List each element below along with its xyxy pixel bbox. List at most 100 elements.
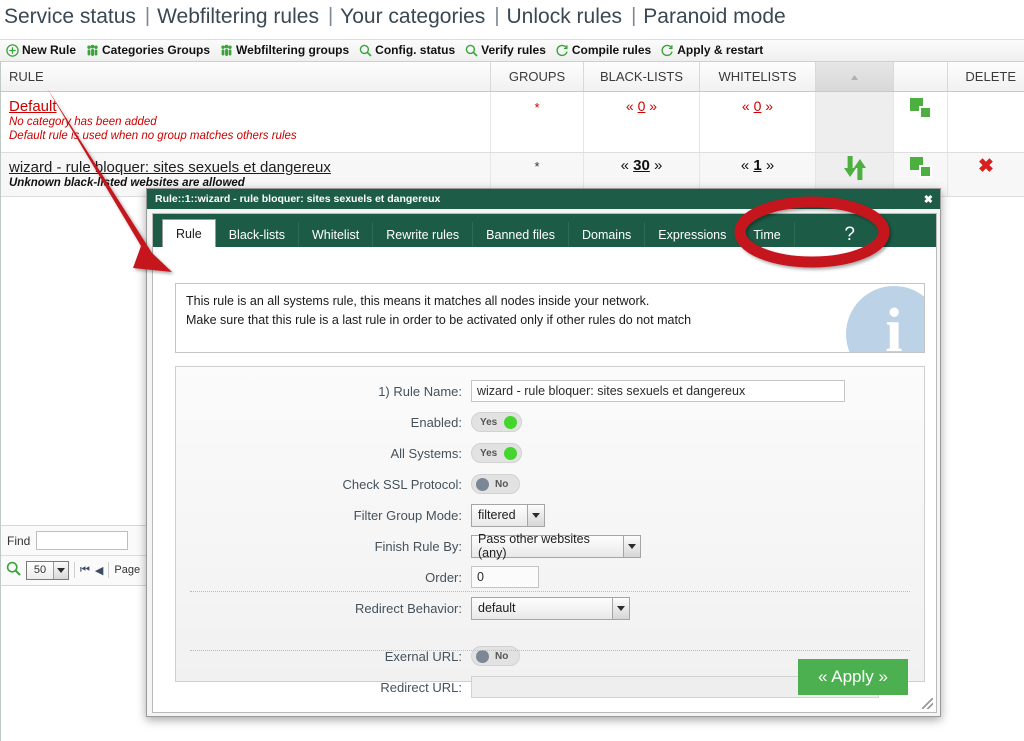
nav-separator: |	[327, 5, 334, 27]
whitelists-count[interactable]: « 1 »	[741, 157, 774, 174]
nav-link-webfiltering-rules[interactable]: Webfiltering rules	[157, 5, 319, 29]
all-systems-label: All Systems:	[390, 445, 462, 461]
filter-group-mode-value: filtered	[478, 508, 516, 522]
tab-whitelist[interactable]: Whitelist	[299, 222, 374, 247]
external-url-toggle[interactable]: No	[471, 646, 521, 666]
tab-banned-files[interactable]: Banned files	[473, 222, 569, 247]
chevron-down-icon	[527, 504, 544, 526]
check-ssl-toggle[interactable]: No	[471, 474, 521, 494]
move-updown-icon[interactable]	[843, 155, 866, 181]
tab-rewrite-rules[interactable]: Rewrite rules	[373, 222, 474, 247]
toggle-knob-icon	[504, 446, 518, 460]
column-header-rule[interactable]: RULE	[1, 62, 491, 91]
info-line-1: This rule is an all systems rule, this m…	[186, 294, 650, 308]
tab-rule[interactable]: Rule	[162, 219, 216, 247]
apply-button[interactable]: « Apply »	[798, 659, 908, 695]
search-icon[interactable]	[6, 561, 21, 579]
black-lists-count[interactable]: « 30 »	[621, 157, 663, 174]
toolbar-apply-restart[interactable]: Apply & restart	[661, 44, 763, 57]
cell-black-lists: « 0 »	[584, 92, 700, 152]
left-panel-filler	[0, 585, 148, 741]
tab-time[interactable]: Time	[740, 222, 795, 247]
close-icon[interactable]: ✖	[924, 193, 933, 206]
page-size-select[interactable]: 50	[26, 560, 69, 580]
toolbar-categories-groups[interactable]: Categories Groups	[86, 44, 210, 57]
column-header-whitelists[interactable]: WHITELISTS	[700, 62, 816, 91]
field-check-ssl-protocol: Check SSL Protocol: No	[176, 470, 924, 498]
plus-circle-icon	[6, 44, 19, 57]
tab-black-lists[interactable]: Black-lists	[216, 222, 299, 247]
copy-icon[interactable]	[909, 98, 932, 119]
redirect-behavior-label: Redirect Behavior:	[355, 600, 462, 616]
check-ssl-label: Check SSL Protocol:	[342, 476, 462, 492]
cell-copy[interactable]	[894, 92, 948, 152]
enabled-label: Enabled:	[410, 414, 462, 430]
nav-link-your-categories[interactable]: Your categories	[340, 5, 485, 29]
filter-group-mode-select[interactable]: filtered	[471, 503, 545, 527]
rule-name-link[interactable]: wizard - rule bloquer: sites sexuels et …	[9, 159, 482, 176]
nav-separator: |	[494, 5, 500, 27]
dialog-title-bar[interactable]: Rule::1::wizard - rule bloquer: sites se…	[147, 189, 940, 209]
whitelists-count[interactable]: « 0 »	[742, 98, 773, 114]
toolbar-verify-rules[interactable]: Verify rules	[465, 44, 546, 57]
toolbar-new-rule[interactable]: New Rule	[6, 44, 76, 57]
cell-delete[interactable]: ✖	[948, 153, 1024, 196]
rule-name-label: 1) Rule Name:	[378, 383, 462, 399]
dialog-resize-handle[interactable]	[922, 698, 933, 709]
enabled-toggle[interactable]: Yes	[471, 412, 523, 432]
rule-note: No category has been added	[9, 116, 157, 128]
rule-name-input[interactable]	[471, 380, 845, 402]
nav-link-service-status[interactable]: Service status	[4, 5, 136, 29]
refresh-icon	[556, 44, 569, 57]
filter-group-mode-label: Filter Group Mode:	[353, 507, 462, 523]
nav-link-unlock-rules[interactable]: Unlock rules	[507, 5, 623, 29]
action-toolbar: New Rule Categories Groups Webfiltering …	[0, 39, 1024, 62]
redirect-behavior-select[interactable]: default	[471, 596, 630, 620]
field-filter-group-mode: Filter Group Mode: filtered	[176, 501, 924, 529]
tab-domains[interactable]: Domains	[569, 222, 646, 247]
cell-delete	[948, 92, 1024, 152]
toolbar-verify-rules-label: Verify rules	[481, 43, 546, 57]
first-page-icon[interactable]: ⏮	[80, 564, 90, 577]
search-input[interactable]	[36, 531, 129, 550]
cell-move	[816, 92, 894, 152]
table-row[interactable]: Default No category has been added Defau…	[1, 92, 1024, 153]
nav-link-paranoid-mode[interactable]: Paranoid mode	[643, 5, 785, 29]
column-header-groups[interactable]: GROUPS	[491, 62, 584, 91]
column-header-move[interactable]	[816, 62, 894, 91]
copy-icon[interactable]	[909, 157, 932, 178]
toolbar-config-status[interactable]: Config. status	[359, 44, 455, 57]
delete-x-icon[interactable]: ✖	[978, 155, 994, 178]
tab-expressions[interactable]: Expressions	[645, 222, 741, 247]
chevron-down-icon	[623, 535, 640, 557]
all-systems-toggle[interactable]: Yes	[471, 443, 523, 463]
search-icon	[465, 44, 478, 57]
black-lists-count[interactable]: « 0 »	[626, 98, 657, 114]
all-systems-toggle-value: Yes	[480, 447, 498, 459]
rule-name-link[interactable]: Default	[9, 98, 482, 115]
column-header-black-lists[interactable]: BLACK-LISTS	[584, 62, 700, 91]
toolbar-compile-rules-label: Compile rules	[571, 43, 652, 57]
toolbar-webfiltering-groups[interactable]: Webfiltering groups	[220, 44, 349, 57]
order-input[interactable]	[471, 566, 539, 588]
top-navigation: Service status | Webfiltering rules | Yo…	[0, 0, 1024, 33]
toggle-knob-icon	[476, 477, 489, 491]
sort-asc-icon	[850, 69, 859, 84]
toolbar-compile-rules[interactable]: Compile rules	[556, 44, 651, 57]
groups-value: *	[534, 159, 540, 174]
order-label: Order:	[425, 569, 462, 585]
page-label: Page	[114, 564, 141, 576]
finish-rule-by-select[interactable]: Pass other websites (any)	[471, 532, 641, 560]
redirect-behavior-value: default	[478, 601, 516, 615]
help-tab[interactable]: ?	[795, 222, 905, 247]
redirect-url-label: Redirect URL:	[380, 679, 462, 695]
prev-page-icon[interactable]: ◀	[95, 564, 103, 577]
field-finish-rule-by: Finish Rule By: Pass other websites (any…	[176, 532, 924, 560]
column-header-copy[interactable]	[894, 62, 948, 91]
dialog-tab-strip: Rule Black-lists Whitelist Rewrite rules…	[153, 214, 936, 247]
grid-header-row: RULE GROUPS BLACK-LISTS WHITELISTS DELET…	[1, 62, 1024, 92]
finish-rule-by-label: Finish Rule By:	[374, 538, 462, 554]
group-icon	[220, 44, 233, 57]
column-header-delete[interactable]: DELETE	[948, 62, 1024, 91]
enabled-toggle-value: Yes	[480, 416, 498, 428]
